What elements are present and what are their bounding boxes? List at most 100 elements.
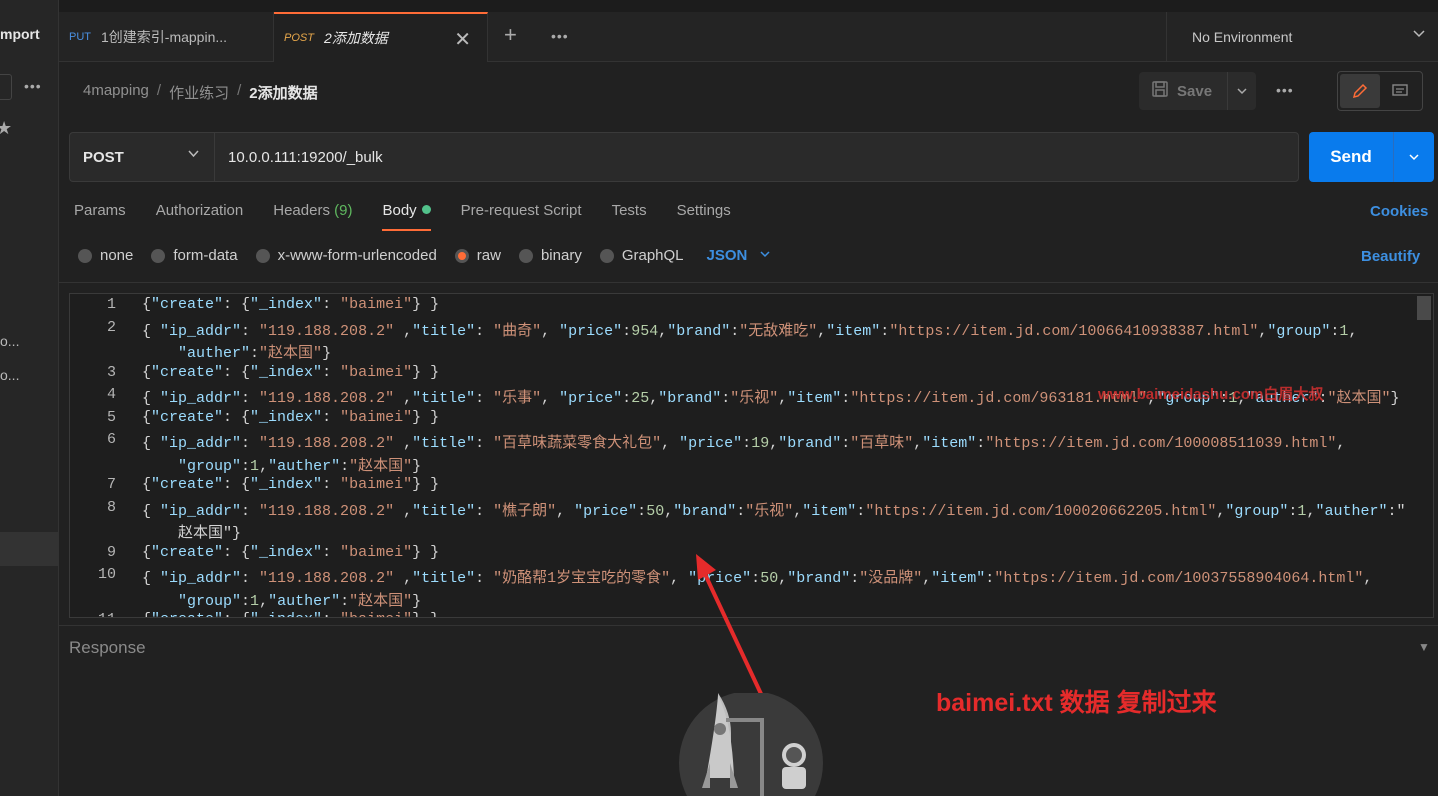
- line-number: 11: [70, 611, 116, 617]
- radio-binary[interactable]: binary: [518, 247, 582, 264]
- radio-circle: [599, 248, 614, 263]
- code-line[interactable]: "group":1,"auther":"赵本国"}: [142, 589, 421, 610]
- radio-label: form-data: [173, 247, 238, 264]
- line-number: 5: [106, 408, 116, 426]
- radio-none[interactable]: none: [78, 247, 133, 264]
- tab-params[interactable]: Params: [74, 202, 126, 232]
- save-dropdown-button[interactable]: [1227, 72, 1256, 110]
- url-input[interactable]: [215, 133, 1298, 181]
- line-number: 2: [106, 318, 116, 336]
- comments-mode-button[interactable]: [1380, 74, 1420, 108]
- line-number: 1: [106, 296, 116, 313]
- save-button[interactable]: Save: [1139, 80, 1227, 102]
- send-button[interactable]: Send: [1309, 132, 1393, 182]
- save-icon: [1151, 80, 1169, 102]
- import-button[interactable]: mport: [0, 26, 40, 42]
- breadcrumb: 4mapping / 作业练习 / 2添加数据: [83, 82, 318, 103]
- chevron-down-icon: [1409, 154, 1419, 161]
- line-number: 9: [106, 543, 116, 561]
- code-line[interactable]: 赵本国"}: [142, 521, 241, 542]
- breadcrumb-item[interactable]: 作业练习: [169, 82, 229, 103]
- chevron-down-icon: [187, 147, 200, 163]
- sidebar-filter-input[interactable]: [0, 74, 12, 100]
- breadcrumb-separator: /: [237, 82, 242, 99]
- code-line[interactable]: { "ip_addr": "119.188.208.2" ,"title": "…: [142, 319, 1357, 340]
- editor-scrollbar[interactable]: [1415, 294, 1433, 617]
- rocket-illustration-icon: [679, 693, 823, 796]
- code-line[interactable]: {"create": {"_index": "baimei"} }: [142, 296, 439, 313]
- radio-x-www-form-urlencoded[interactable]: x-www-form-urlencoded: [255, 247, 437, 264]
- tab-put-create-index[interactable]: PUT 1创建索引-mappin...: [59, 12, 274, 62]
- tab-tests[interactable]: Tests: [612, 202, 647, 232]
- tab-title: 1创建索引-mappin...: [101, 29, 228, 45]
- tab-body[interactable]: Body: [382, 202, 431, 232]
- annotation-arrow-icon: [696, 554, 764, 697]
- response-title: Response: [69, 638, 146, 657]
- tab-pre-request-script[interactable]: Pre-request Script: [461, 202, 582, 232]
- code-line[interactable]: { "ip_addr": "119.188.208.2" ,"title": "…: [142, 431, 1345, 452]
- language-select[interactable]: JSON: [707, 247, 748, 264]
- annotation-text: baimei.txt 数据 复制过来: [936, 689, 1217, 717]
- close-icon[interactable]: ✕: [454, 27, 471, 52]
- star-icon[interactable]: ★: [0, 118, 12, 139]
- cookies-link[interactable]: Cookies: [1370, 203, 1428, 220]
- tab-post-add-data[interactable]: POST 2添加数据 ✕: [274, 12, 488, 62]
- sidebar-selected-item[interactable]: [0, 532, 58, 566]
- edit-mode-button[interactable]: [1340, 74, 1380, 108]
- environment-label: No Environment: [1192, 29, 1293, 45]
- radio-circle: [78, 248, 92, 263]
- request-url-bar: POST: [69, 132, 1299, 182]
- code-line[interactable]: {"create": {"_index": "baimei"} }: [142, 409, 439, 426]
- tab-bar: PUT 1创建索引-mappin... POST 2添加数据 ✕ + ••• N…: [59, 12, 1438, 62]
- send-button-group: Send: [1309, 132, 1434, 182]
- environment-select[interactable]: No Environment: [1166, 12, 1438, 62]
- tab-headers[interactable]: Headers (9): [273, 202, 352, 232]
- request-tabs: Params Authorization Headers (9) Body Pr…: [74, 202, 761, 232]
- code-line[interactable]: "auther":"赵本国"}: [142, 341, 331, 362]
- tab-settings[interactable]: Settings: [677, 202, 731, 232]
- code-line[interactable]: {"create": {"_index": "baimei"} }: [142, 364, 439, 381]
- method-label: POST: [83, 148, 124, 166]
- sidebar-more-icon[interactable]: •••: [24, 78, 42, 94]
- code-line[interactable]: {"create": {"_index": "baimei"} }: [142, 476, 439, 493]
- code-line[interactable]: {"create": {"_index": "baimei"} }: [142, 544, 439, 561]
- radio-label: x-www-form-urlencoded: [277, 247, 437, 264]
- pencil-icon: [1352, 83, 1368, 99]
- radio-label: binary: [540, 247, 582, 264]
- beautify-button[interactable]: Beautify: [1361, 248, 1420, 265]
- comment-icon: [1392, 84, 1408, 96]
- sidebar-item[interactable]: o...: [0, 367, 19, 383]
- breadcrumb-item[interactable]: 4mapping: [83, 82, 149, 103]
- breadcrumb-current[interactable]: 2添加数据: [249, 82, 317, 103]
- radio-form-data[interactable]: form-data: [151, 247, 238, 264]
- radio-raw[interactable]: raw: [454, 247, 501, 264]
- line-number: 10: [97, 566, 116, 583]
- radio-circle: [255, 248, 270, 263]
- title-strip: [59, 0, 1438, 12]
- view-mode-toggle: [1337, 71, 1423, 111]
- radio-circle: [518, 248, 533, 263]
- watermark-text: www.baimeidashu.com白眉大叔: [1098, 386, 1324, 403]
- collapse-response-icon[interactable]: ▼: [1418, 640, 1430, 654]
- divider: [59, 282, 1438, 283]
- tab-more-icon[interactable]: •••: [551, 28, 569, 44]
- radio-graphql[interactable]: GraphQL: [599, 247, 684, 264]
- chevron-down-icon[interactable]: [759, 248, 771, 263]
- radio-label: none: [100, 247, 134, 264]
- new-tab-icon[interactable]: +: [504, 22, 517, 48]
- sidebar-item[interactable]: o...: [0, 333, 19, 349]
- request-more-icon[interactable]: •••: [1276, 82, 1294, 98]
- chevron-down-icon: [1237, 88, 1247, 95]
- breadcrumb-separator: /: [156, 82, 162, 99]
- code-line[interactable]: "group":1,"auther":"赵本国"}: [142, 454, 421, 475]
- tab-title: 2添加数据: [323, 30, 388, 46]
- send-dropdown-button[interactable]: [1393, 132, 1434, 182]
- code-line[interactable]: {"create": {"_index": "baimei"} }: [142, 611, 439, 617]
- tab-authorization[interactable]: Authorization: [156, 202, 244, 232]
- scrollbar-thumb[interactable]: [1417, 296, 1431, 320]
- line-number: 4: [106, 386, 116, 403]
- tab-headers-label: Headers: [273, 202, 330, 219]
- sidebar: mport ••• ★ o... o...: [0, 0, 59, 796]
- method-select[interactable]: POST: [70, 133, 215, 181]
- code-line[interactable]: { "ip_addr": "119.188.208.2" ,"title": "…: [142, 499, 1405, 520]
